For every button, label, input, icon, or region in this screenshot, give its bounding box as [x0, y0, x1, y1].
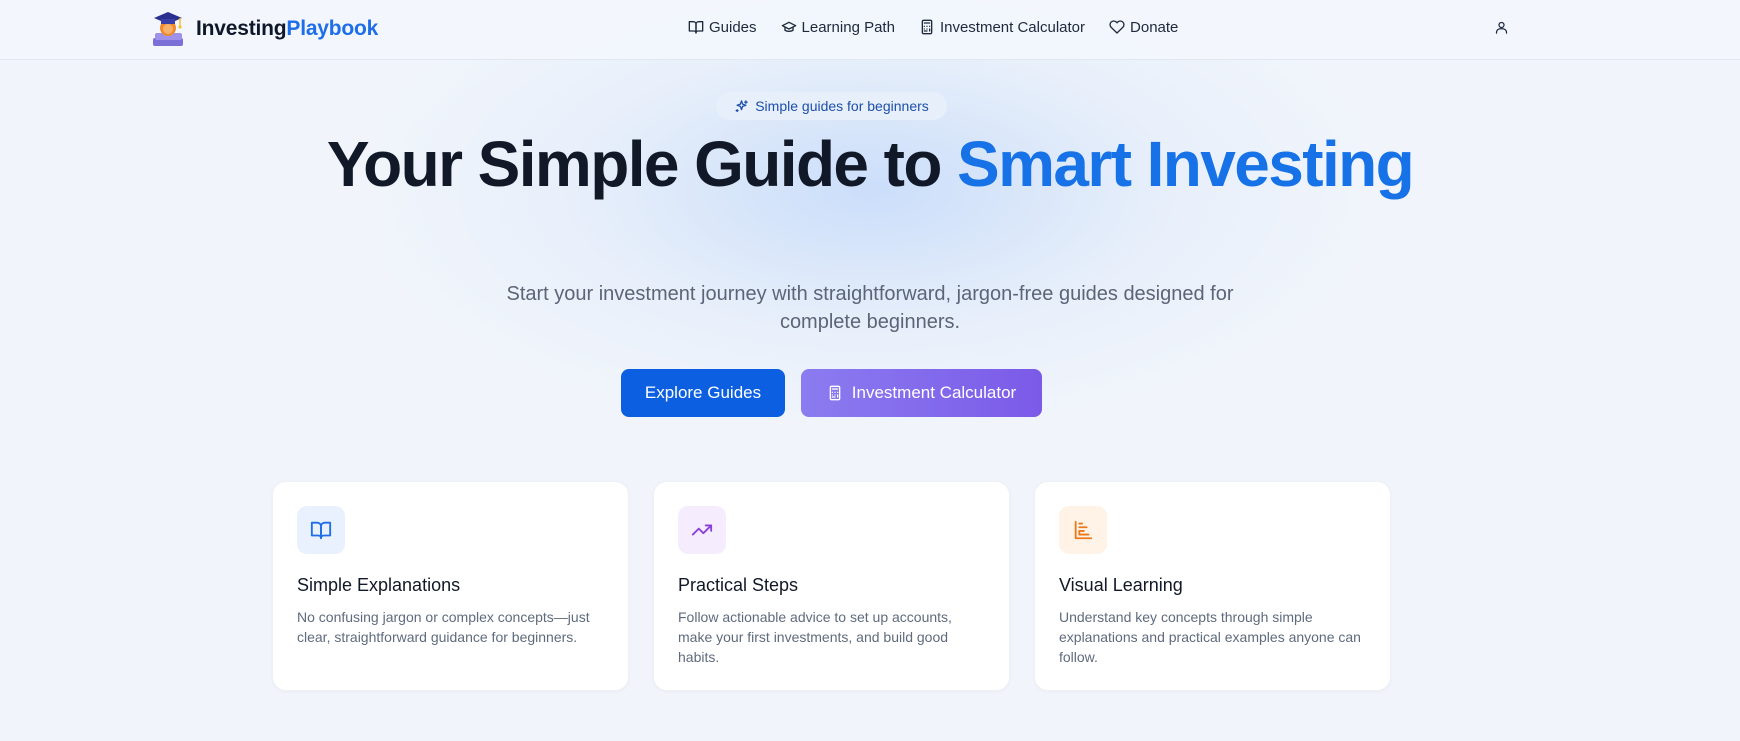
feature-cards: Simple Explanations No confusing jargon … [272, 481, 1391, 691]
feature-title: Practical Steps [678, 575, 799, 595]
feature-description: Understand key concepts through simple e… [1059, 609, 1361, 665]
graduation-cap-icon [781, 21, 796, 32]
feature-description: No confusing jargon or complex concepts—… [297, 609, 590, 645]
nav-item-guides[interactable]: Guides [688, 19, 757, 36]
feature-icon-box [1059, 506, 1107, 554]
hero-title: Your Simple Guide to Smart Investing [300, 132, 1440, 196]
feature-icon-box [297, 506, 345, 554]
feature-title: Visual Learning [1059, 575, 1183, 595]
nav-label-investment-calculator: Investment Calculator [939, 18, 1086, 36]
main-nav: Guides Learning Path Investment Calculat… [688, 16, 1178, 38]
feature-description: Follow actionable advice to set up accou… [678, 609, 952, 665]
book-open-icon [688, 21, 704, 34]
book-open-icon [310, 521, 332, 540]
trending-up-icon [691, 524, 713, 536]
explore-guides-button[interactable]: Explore Guides [621, 369, 785, 417]
nav-label-guides: Guides [709, 18, 757, 36]
feature-icon-box [678, 506, 726, 554]
brand-name-part1: Investing [196, 17, 287, 40]
bar-chart-icon [1074, 520, 1093, 540]
nav-item-donate[interactable]: Donate [1109, 19, 1178, 36]
feature-title: Simple Explanations [297, 575, 461, 595]
hero-title-highlight: Smart Investing [957, 128, 1415, 200]
hero-title-main: Your Simple Guide to [326, 128, 957, 200]
hero-background-glow [380, 0, 1360, 420]
explore-guides-label: Explore Guides [644, 383, 762, 402]
hero-badge-label: Simple guides for beginners [755, 98, 929, 114]
user-icon [1495, 21, 1507, 34]
heart-icon [1109, 20, 1125, 34]
hero-cta-row: Explore Guides Investment Calculator [621, 369, 1042, 417]
nav-item-investment-calculator[interactable]: Investment Calculator [919, 19, 1085, 36]
top-navigation-bar: InvestingPlaybook Guides Learning Path I… [0, 0, 1740, 60]
brand-logo-link[interactable]: InvestingPlaybook [150, 6, 378, 52]
sparkles-icon [735, 99, 748, 112]
brand-name: InvestingPlaybook [196, 17, 378, 41]
brand-name-part2: Playbook [286, 17, 379, 40]
hero-subtitle: Start your investment journey with strai… [506, 283, 1234, 333]
nav-label-donate: Donate [1130, 18, 1179, 36]
feature-card-visual-learning: Visual Learning Understand key concepts … [1034, 481, 1391, 691]
calculator-icon [921, 19, 933, 35]
calculator-icon [829, 385, 841, 401]
feature-card-simple-explanations: Simple Explanations No confusing jargon … [272, 481, 629, 691]
investment-calculator-label: Investment Calculator [851, 383, 1017, 402]
investment-calculator-button[interactable]: Investment Calculator [801, 369, 1042, 417]
feature-card-practical-steps: Practical Steps Follow actionable advice… [653, 481, 1010, 691]
nav-item-learning-path[interactable]: Learning Path [781, 19, 895, 36]
graduation-cap-logo-icon [153, 12, 183, 46]
user-account-button[interactable] [1490, 16, 1512, 38]
hero-badge: Simple guides for beginners [716, 92, 947, 120]
nav-label-learning-path: Learning Path [801, 18, 895, 36]
